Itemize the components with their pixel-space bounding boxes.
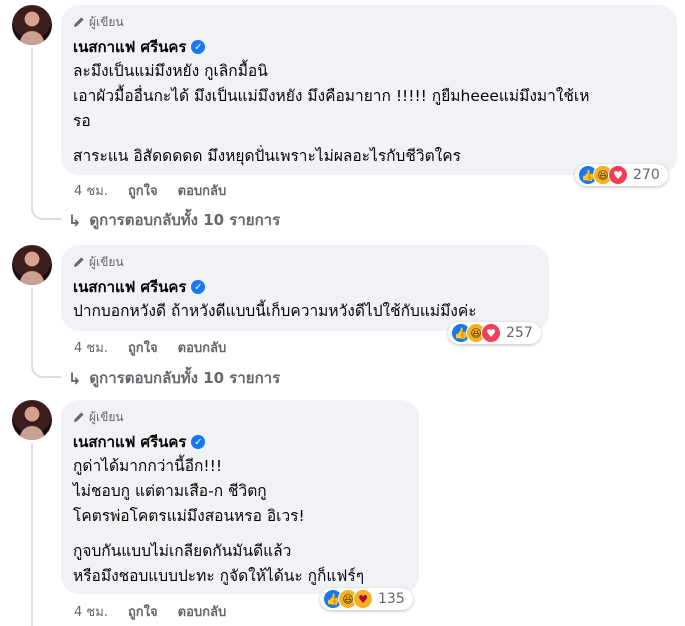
comment-time[interactable]: 4 ชม. (74, 601, 108, 622)
view-replies-link[interactable]: ↳ ดูการตอบกลับทั้ง 10 รายการ (68, 208, 280, 232)
reply-button[interactable]: ตอบกลับ (178, 337, 227, 358)
pencil-icon (74, 257, 84, 267)
author-badge-label: ผู้เขียน (89, 254, 124, 269)
comment-bubble: ผู้เขียน เนสกาแฟ ศรีนคร ✓ กูด่าได้มากกว่… (61, 400, 419, 594)
reaction-count: 257 (506, 325, 533, 341)
author-name[interactable]: เนสกาแฟ ศรีนคร (73, 35, 186, 59)
reply-button[interactable]: ตอบกลับ (178, 180, 227, 201)
reaction-summary[interactable]: 👍 😆 ♥ 270 (575, 164, 668, 186)
reaction-summary[interactable]: 👍 😆 ♥ 257 (448, 322, 541, 344)
comment-time[interactable]: 4 ชม. (74, 180, 108, 201)
comment-bubble: ผู้เขียน เนสกาแฟ ศรีนคร ✓ ปากบอกหวังดี ถ… (61, 245, 549, 331)
comment-time[interactable]: 4 ชม. (74, 337, 108, 358)
care-reaction-icon: ♥ (353, 589, 373, 609)
author-badge: ผู้เขียน (73, 253, 537, 271)
reply-connector-line (31, 288, 61, 378)
comment-text-line: กูจบกันแบบไม่เกลียดกันมันดีแล้ว (73, 542, 292, 560)
author-badge-label: ผู้เขียน (89, 14, 124, 29)
pencil-icon (74, 17, 84, 27)
author-badge-label: ผู้เขียน (89, 409, 124, 424)
avatar[interactable] (12, 5, 52, 45)
like-button[interactable]: ถูกใจ (128, 601, 158, 622)
comment-text-line: โคตรพ่อโคตรแม่มึงสอนหรอ อิเวร! (73, 507, 305, 525)
author-badge: ผู้เขียน (73, 13, 665, 31)
verified-icon: ✓ (191, 280, 206, 294)
like-button[interactable]: ถูกใจ (128, 337, 158, 358)
reply-connector-line (31, 443, 61, 626)
verified-icon: ✓ (191, 40, 206, 54)
reaction-count: 135 (378, 591, 405, 607)
author-name[interactable]: เนสกาแฟ ศรีนคร (73, 430, 186, 454)
pencil-icon (74, 412, 84, 422)
view-replies-label: ดูการตอบกลับทั้ง 10 รายการ (89, 369, 281, 387)
reply-button[interactable]: ตอบกลับ (178, 601, 227, 622)
author-name[interactable]: เนสกาแฟ ศรีนคร (73, 275, 186, 299)
love-reaction-icon: ♥ (481, 323, 501, 343)
view-replies-label: ดูการตอบกลับทั้ง 10 รายการ (89, 211, 281, 229)
verified-icon: ✓ (191, 435, 206, 449)
comment-text-line: รอ (73, 112, 91, 130)
comment-text-line: ไม่ชอบกู แต่ตามเสือ-ก ชีวิตกู (73, 482, 267, 500)
reaction-count: 270 (633, 167, 660, 183)
comment-text-line: ละมึงเป็นแม่มึงหยัง กูเลิกมื้อนิ (73, 62, 268, 80)
comment-text-line: สาระแน อิสัดดดดด มึงหยุดปั่นเพราะไม่ผลอะ… (73, 147, 461, 165)
comment-text-line: หรือมึงชอบแบบปะทะ กูจัดให้ได้นะ กูก็แฟร์… (73, 567, 365, 585)
love-reaction-icon: ♥ (608, 165, 628, 185)
like-button[interactable]: ถูกใจ (128, 180, 158, 201)
comment-bubble: ผู้เขียน เนสกาแฟ ศรีนคร ✓ ละมึงเป็นแม่มึ… (61, 5, 677, 175)
reply-arrow-icon: ↳ (68, 368, 82, 388)
comment-text-line: กูด่าได้มากกว่านี้อีก!!! (73, 457, 223, 475)
avatar[interactable] (12, 400, 52, 440)
reaction-summary[interactable]: 👍 😆 ♥ 135 (320, 588, 413, 610)
comment-text-line: เอาผัวมื้ออื่นกะได้ มึงเป็นแม่มึงหยัง มึ… (73, 87, 590, 105)
reply-connector-line (31, 48, 61, 220)
view-replies-link[interactable]: ↳ ดูการตอบกลับทั้ง 10 รายการ (68, 366, 280, 390)
comment-text-line: ปากบอกหวังดี ถ้าหวังดีแบบนี้เก็บความหวัง… (73, 302, 477, 320)
avatar[interactable] (12, 245, 52, 285)
author-badge: ผู้เขียน (73, 408, 407, 426)
reply-arrow-icon: ↳ (68, 210, 82, 230)
